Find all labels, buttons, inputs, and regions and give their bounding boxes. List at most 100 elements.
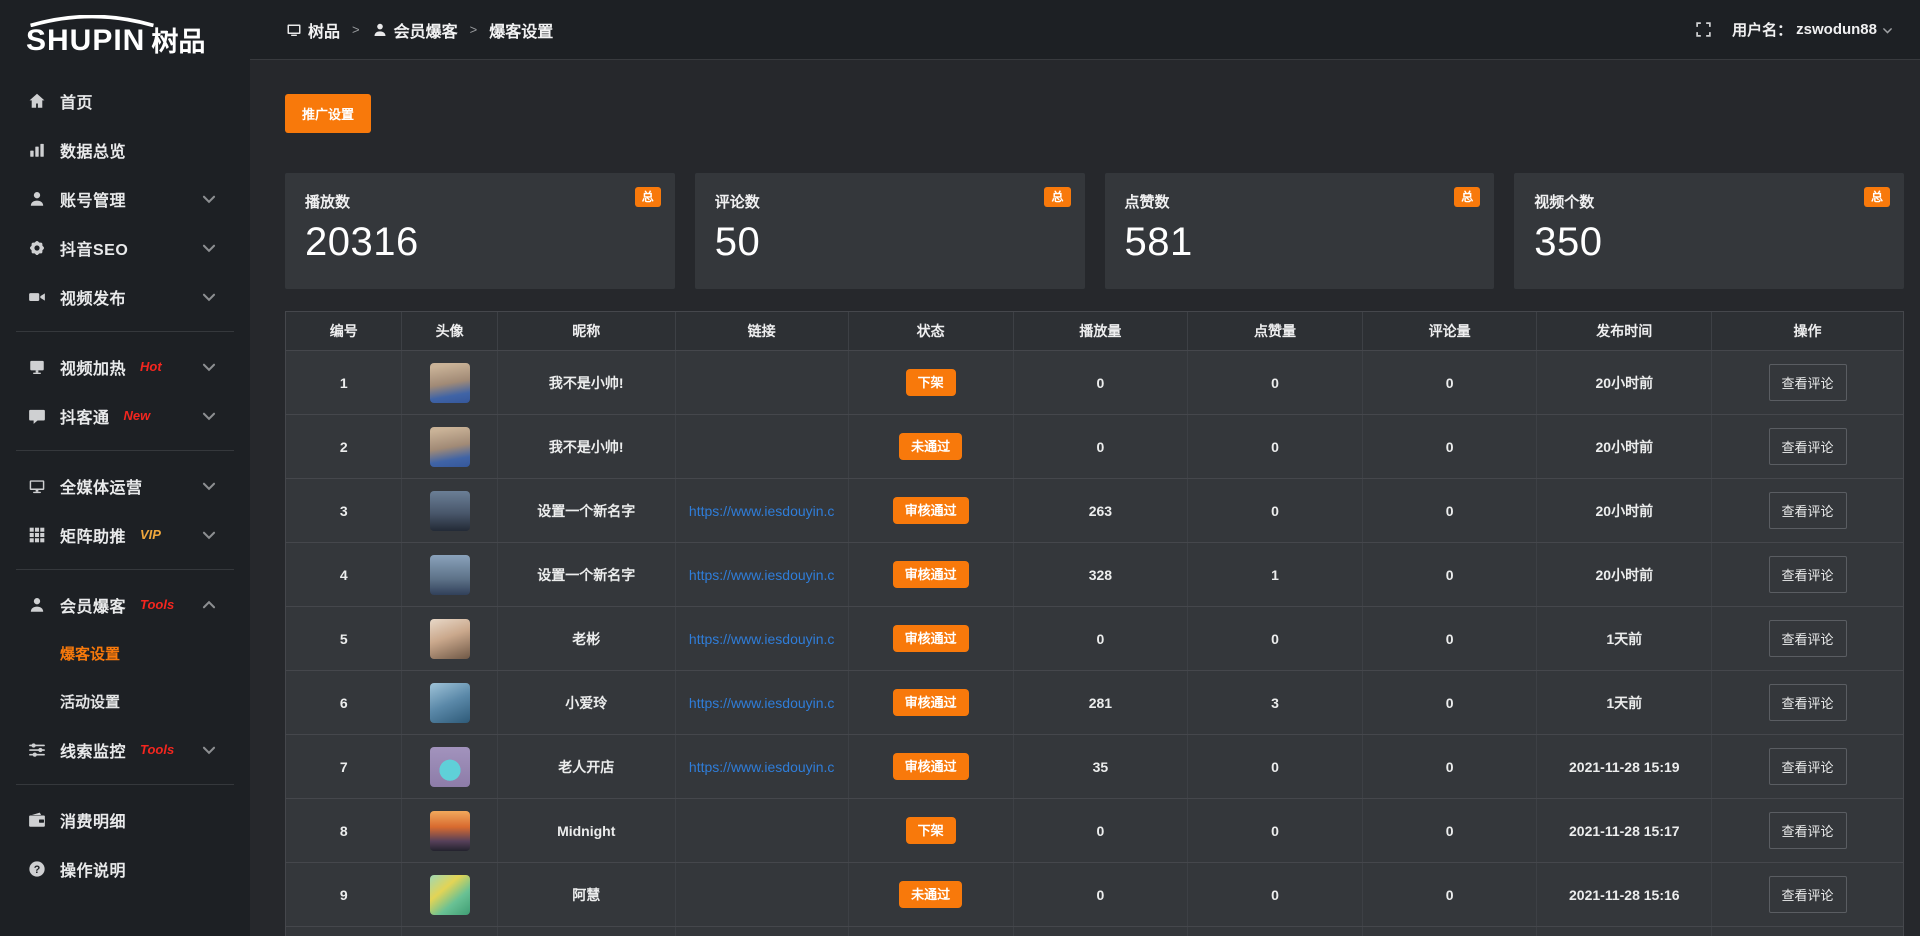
cell-nickname: 设置一个新名字 xyxy=(498,479,676,542)
cell-avatar xyxy=(402,351,497,414)
avatar xyxy=(430,555,470,595)
promotion-settings-button[interactable]: 推广设置 xyxy=(285,94,371,133)
column-header-链接: 链接 xyxy=(676,312,849,350)
breadcrumb-label: 树品 xyxy=(308,18,340,42)
breadcrumb-item[interactable]: 会员爆客 xyxy=(372,18,458,42)
cell-plays: 0 xyxy=(1014,351,1189,414)
cell-action: 查看评论 xyxy=(1712,863,1903,926)
table-row: 4设置一个新名字https://www.iesdouyin.c审核通过32810… xyxy=(286,542,1903,606)
cell-link: https://www.iesdouyin.c xyxy=(676,671,849,734)
total-badge: 总 xyxy=(1044,187,1070,207)
cell-link: https://www.iesdouyin.c xyxy=(676,543,849,606)
person-icon xyxy=(372,22,388,38)
view-comments-button[interactable]: 查看评论 xyxy=(1769,684,1847,721)
sidebar-item-首页[interactable]: 首页 xyxy=(0,76,250,125)
cell-avatar xyxy=(402,671,497,734)
column-header-头像: 头像 xyxy=(402,312,497,350)
video-link[interactable]: https://www.iesdouyin.c xyxy=(683,503,841,519)
sidebar-subitem-活动设置[interactable]: 活动设置 xyxy=(0,677,250,725)
avatar xyxy=(430,363,470,403)
breadcrumb-item[interactable]: 爆客设置 xyxy=(489,18,553,42)
status-badge: 审核通过 xyxy=(893,689,969,716)
sidebar-item-badge: Hot xyxy=(140,359,162,374)
cell-avatar xyxy=(402,479,497,542)
help-icon: ? xyxy=(28,860,46,878)
cell-status: 审核通过 xyxy=(849,479,1014,542)
view-comments-button[interactable]: 查看评论 xyxy=(1769,428,1847,465)
table-header-row: 编号头像昵称链接状态播放量点赞量评论量发布时间操作 xyxy=(286,312,1903,350)
total-badge: 总 xyxy=(1454,187,1480,207)
sidebar-item-操作说明[interactable]: ?操作说明 xyxy=(0,844,250,893)
sidebar-item-label: 数据总览 xyxy=(60,138,126,162)
sidebar-item-矩阵助推[interactable]: 矩阵助推VIP xyxy=(0,510,250,559)
cell-likes: 0 xyxy=(1188,415,1363,478)
status-badge: 下架 xyxy=(906,369,956,396)
cell-comments: 0 xyxy=(1363,671,1538,734)
avatar xyxy=(430,683,470,723)
cell-time: 2021-11-28 15:17 xyxy=(1537,799,1712,862)
logo-text-en: SHUPIN xyxy=(26,26,145,56)
sidebar-item-账号管理[interactable]: 账号管理 xyxy=(0,174,250,223)
stat-card-value: 20316 xyxy=(305,220,659,265)
cell-status: 未通过 xyxy=(849,415,1014,478)
logo-text-cn: 树品 xyxy=(151,28,205,56)
cell-nickname: 阿慧 xyxy=(498,863,676,926)
stat-card-视频个数: 视频个数总350 xyxy=(1514,173,1904,289)
view-comments-button[interactable]: 查看评论 xyxy=(1769,492,1847,529)
cell-time: 20小时前 xyxy=(1537,351,1712,414)
cell-avatar xyxy=(402,607,497,670)
sidebar-item-视频发布[interactable]: 视频发布 xyxy=(0,272,250,321)
cell-avatar xyxy=(402,415,497,478)
sidebar-item-label: 抖客通 xyxy=(60,404,110,428)
cell-plays xyxy=(1014,927,1189,936)
topbar: 树品>会员爆客>爆客设置 用户名：zswodun88 xyxy=(250,0,1920,60)
user-menu[interactable]: 用户名：zswodun88 xyxy=(1732,19,1894,40)
cell-plays: 0 xyxy=(1014,415,1189,478)
video-link[interactable]: https://www.iesdouyin.c xyxy=(683,759,841,775)
sidebar-item-label: 全媒体运营 xyxy=(60,474,143,498)
member-icon xyxy=(28,596,46,614)
cell-status: 审核通过 xyxy=(849,607,1014,670)
column-header-操作: 操作 xyxy=(1712,312,1903,350)
view-comments-button[interactable]: 查看评论 xyxy=(1769,556,1847,593)
sidebar-item-视频加热[interactable]: 视频加热Hot xyxy=(0,342,250,391)
sidebar-item-会员爆客[interactable]: 会员爆客Tools xyxy=(0,580,250,629)
cell-comments: 0 xyxy=(1363,415,1538,478)
sidebar-item-数据总览[interactable]: 数据总览 xyxy=(0,125,250,174)
user-icon xyxy=(28,190,46,208)
sidebar-item-抖客通[interactable]: 抖客通New xyxy=(0,391,250,440)
sidebar-divider xyxy=(16,569,234,570)
stat-card-label: 视频个数 xyxy=(1534,191,1888,212)
sidebar-item-消费明细[interactable]: 消费明细 xyxy=(0,795,250,844)
view-comments-button[interactable]: 查看评论 xyxy=(1769,620,1847,657)
cell-action: 查看评论 xyxy=(1712,415,1903,478)
stat-card-点赞数: 点赞数总581 xyxy=(1105,173,1495,289)
fullscreen-icon[interactable] xyxy=(1695,21,1712,38)
sidebar-item-抖音SEO[interactable]: 抖音SEO xyxy=(0,223,250,272)
video-link[interactable]: https://www.iesdouyin.c xyxy=(683,695,841,711)
cell-status: 下架 xyxy=(849,351,1014,414)
view-comments-button[interactable]: 查看评论 xyxy=(1769,748,1847,785)
view-comments-button[interactable]: 查看评论 xyxy=(1769,812,1847,849)
status-badge: 下架 xyxy=(906,817,956,844)
sidebar-item-label: 矩阵助推 xyxy=(60,523,126,547)
brand-logo[interactable]: SHUPIN 树品 xyxy=(0,0,250,62)
view-comments-button[interactable]: 查看评论 xyxy=(1769,876,1847,913)
chevron-down-icon xyxy=(200,239,218,257)
chevron-down-icon xyxy=(200,358,218,376)
chevron-down-icon xyxy=(200,477,218,495)
sidebar-item-label: 账号管理 xyxy=(60,187,126,211)
bar-chart-icon xyxy=(28,141,46,159)
video-link[interactable]: https://www.iesdouyin.c xyxy=(683,567,841,583)
breadcrumb-item[interactable]: 树品 xyxy=(286,18,340,42)
video-link[interactable]: https://www.iesdouyin.c xyxy=(683,631,841,647)
view-comments-button[interactable]: 查看评论 xyxy=(1769,364,1847,401)
cell-comments: 0 xyxy=(1363,799,1538,862)
sidebar-item-全媒体运营[interactable]: 全媒体运营 xyxy=(0,461,250,510)
sidebar-item-线索监控[interactable]: 线索监控Tools xyxy=(0,725,250,774)
cell-likes: 0 xyxy=(1188,799,1363,862)
cell-action: 查看评论 xyxy=(1712,927,1903,936)
sidebar-subitem-爆客设置[interactable]: 爆客设置 xyxy=(0,629,250,677)
table-row: 10查看评论 xyxy=(286,926,1903,936)
cell-link: https://www.iesdouyin.c xyxy=(676,607,849,670)
